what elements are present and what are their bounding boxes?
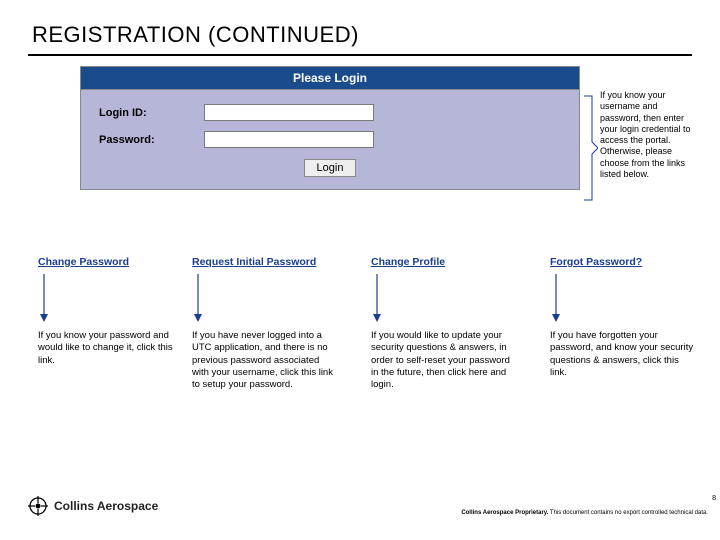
request-initial-desc: If you have never logged into a UTC appl…	[192, 330, 337, 392]
request-initial-column: Request Initial Password If you have nev…	[192, 252, 352, 328]
legal-text: Collins Aerospace Proprietary. This docu…	[461, 510, 708, 516]
page-title: REGISTRATION (CONTINUED)	[0, 0, 720, 54]
title-underline	[28, 54, 692, 56]
login-id-input[interactable]	[204, 104, 374, 121]
password-input[interactable]	[204, 131, 374, 148]
login-button-row: Login	[99, 158, 561, 177]
legal-bold: Collins Aerospace Proprietary.	[461, 510, 548, 516]
login-body: Login ID: Password: Login	[80, 90, 580, 190]
request-initial-link[interactable]: Request Initial Password	[192, 256, 316, 268]
password-row: Password:	[99, 131, 561, 148]
arrow-down-icon	[371, 274, 531, 322]
company-logo: Collins Aerospace	[28, 496, 158, 516]
login-id-label: Login ID:	[99, 107, 204, 119]
arrow-down-icon	[192, 274, 352, 322]
change-password-link[interactable]: Change Password	[38, 256, 129, 268]
forgot-password-column: Forgot Password? If you have forgotten y…	[550, 252, 700, 328]
forgot-password-link[interactable]: Forgot Password?	[550, 256, 642, 268]
links-row: Change Password If you know your passwor…	[38, 252, 700, 328]
change-password-desc: If you know your password and would like…	[38, 330, 183, 367]
login-id-row: Login ID:	[99, 104, 561, 121]
login-header: Please Login	[80, 66, 580, 90]
change-profile-link[interactable]: Change Profile	[371, 256, 445, 268]
password-label: Password:	[99, 134, 204, 146]
change-password-column: Change Password If you know your passwor…	[38, 252, 173, 328]
change-profile-desc: If you would like to update your securit…	[371, 330, 516, 392]
forgot-password-desc: If you have forgotten your password, and…	[550, 330, 695, 379]
page-number: 8	[712, 495, 716, 502]
logo-icon	[28, 496, 48, 516]
login-button[interactable]: Login	[304, 159, 357, 177]
change-profile-column: Change Profile If you would like to upda…	[371, 252, 531, 328]
company-name: Collins Aerospace	[54, 499, 158, 513]
footer: Collins Aerospace Collins Aerospace Prop…	[28, 496, 708, 516]
legal-rest: This document contains no export control…	[548, 510, 708, 516]
login-box: Please Login Login ID: Password: Login	[80, 66, 580, 190]
bracket-connector	[584, 88, 598, 208]
arrow-down-icon	[38, 274, 173, 322]
login-instructions: If you know your username and password, …	[600, 90, 700, 180]
arrow-down-icon	[550, 274, 700, 322]
